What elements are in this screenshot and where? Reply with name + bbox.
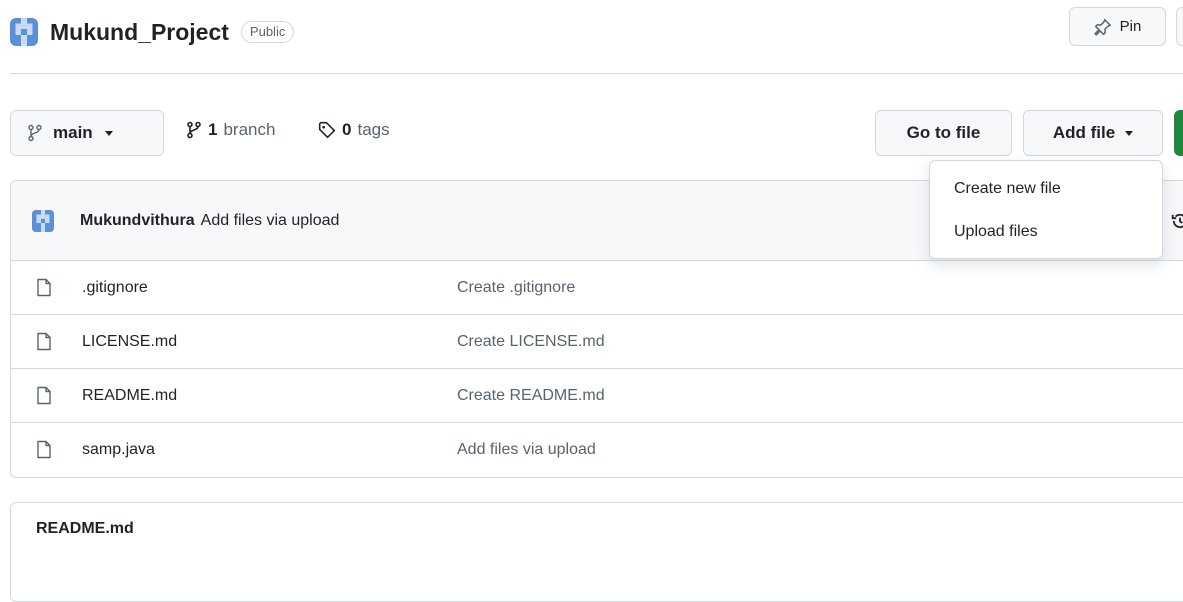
file-icon: [36, 386, 52, 405]
file-row[interactable]: .gitignore Create .gitignore: [11, 261, 1183, 315]
chevron-down-icon: [104, 130, 113, 136]
file-icon: [36, 278, 52, 297]
git-branch-icon: [186, 121, 202, 139]
upload-files-item[interactable]: Upload files: [930, 210, 1162, 253]
pin-label: Pin: [1119, 18, 1142, 35]
create-new-file-item[interactable]: Create new file: [930, 167, 1162, 210]
tags-link[interactable]: 0 tags: [318, 120, 390, 140]
file-icon: [36, 440, 52, 459]
tag-word: tags: [357, 120, 390, 139]
readme-title[interactable]: README.md: [36, 520, 134, 538]
git-branch-icon: [27, 124, 43, 142]
commit-author[interactable]: Mukundvithura: [80, 212, 195, 230]
file-icon: [36, 332, 52, 351]
file-commit-message[interactable]: Add files via upload: [457, 441, 596, 459]
go-to-file-button[interactable]: Go to file: [875, 110, 1012, 156]
repo-header: Mukund_Project Public: [10, 12, 295, 52]
file-name[interactable]: .gitignore: [82, 279, 148, 297]
file-commit-message[interactable]: Create .gitignore: [457, 279, 575, 297]
tag-icon: [318, 121, 336, 139]
watch-button[interactable]: [1176, 7, 1183, 46]
add-file-button[interactable]: Add file: [1023, 110, 1163, 156]
branches-link[interactable]: 1 branch: [186, 120, 275, 140]
commit-message[interactable]: Add files via upload: [201, 212, 340, 230]
branch-word: branch: [223, 120, 276, 139]
file-row[interactable]: README.md Create README.md: [11, 369, 1183, 423]
header-divider: [10, 73, 1183, 74]
file-commit-message[interactable]: Create README.md: [457, 387, 605, 405]
add-file-menu: Create new file Upload files: [929, 160, 1163, 259]
visibility-badge: Public: [240, 21, 295, 43]
branch-name: main: [53, 123, 93, 142]
branch-count: 1: [208, 120, 218, 139]
file-row[interactable]: samp.java Add files via upload: [11, 423, 1183, 477]
pin-icon: [1094, 18, 1112, 36]
readme-panel: README.md: [10, 502, 1183, 602]
add-file-label: Add file: [1052, 123, 1116, 142]
chevron-down-icon: [1125, 130, 1134, 136]
history-icon[interactable]: [1171, 212, 1183, 230]
code-button[interactable]: [1174, 110, 1183, 156]
pin-button[interactable]: Pin: [1069, 7, 1166, 46]
file-name[interactable]: samp.java: [82, 441, 155, 459]
tag-count: 0: [342, 120, 352, 139]
repo-name[interactable]: Mukund_Project: [50, 19, 229, 46]
file-commit-message[interactable]: Create LICENSE.md: [457, 333, 605, 351]
file-row[interactable]: LICENSE.md Create LICENSE.md: [11, 315, 1183, 369]
file-name[interactable]: README.md: [82, 387, 177, 405]
commit-author-avatar[interactable]: [32, 209, 54, 232]
file-name[interactable]: LICENSE.md: [82, 333, 177, 351]
branch-selector[interactable]: main: [10, 110, 164, 156]
owner-avatar[interactable]: [10, 18, 38, 46]
